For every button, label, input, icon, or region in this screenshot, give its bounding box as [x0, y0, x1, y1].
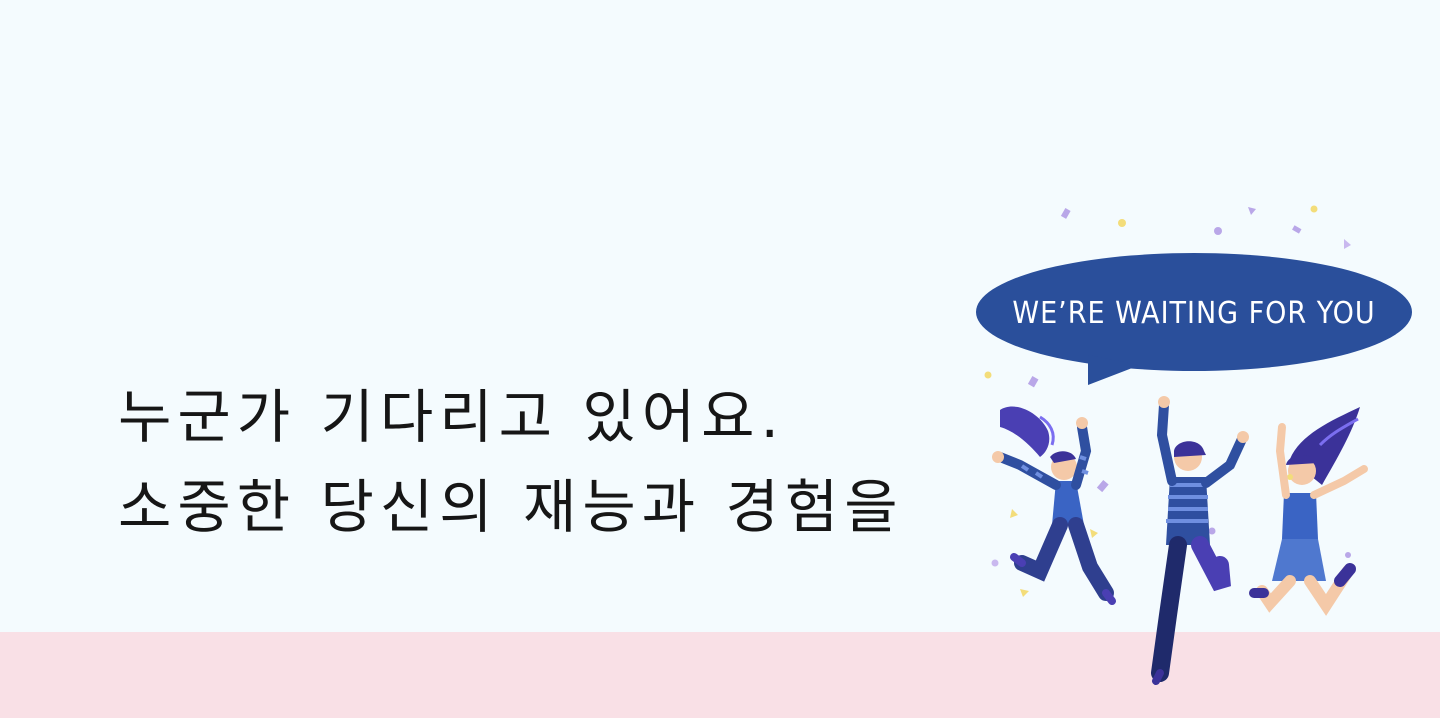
headline: 누군가 기다리고 있어요. 소중한 당신의 재능과 경험을: [118, 372, 904, 552]
jumping-people-illustration: WE’RE WAITING FOR YOU: [976, 205, 1412, 685]
headline-line-1: 누군가 기다리고 있어요.: [118, 383, 785, 451]
headline-line-2: 소중한 당신의 재능과 경험을: [118, 473, 904, 541]
bubble-text: WE’RE WAITING FOR YOU: [1012, 296, 1375, 331]
person-middle: [1151, 396, 1249, 685]
person-right: [1249, 407, 1368, 616]
person-left: [992, 406, 1116, 605]
speech-bubble: WE’RE WAITING FOR YOU: [976, 253, 1412, 385]
